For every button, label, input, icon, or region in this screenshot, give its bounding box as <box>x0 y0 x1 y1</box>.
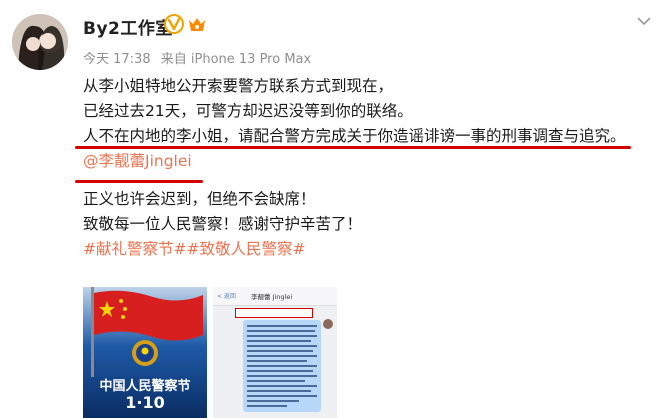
post-meta: 今天 17:38 来自 iPhone 13 Pro Max <box>83 48 317 67</box>
account-name[interactable]: By2工作室 <box>83 14 173 39</box>
post-line: 已经过去21天，可警方却迟迟没等到你的联络。 <box>83 102 413 120</box>
weibo-post: By2工作室 今天 17:38 来自 iPhone 13 Pro Max 从李小… <box>0 0 669 418</box>
chat-message-bubble <box>243 320 321 412</box>
post-time: 今天 17:38 <box>83 52 151 67</box>
post-line: 正义也许会迟到，但绝不会缺席！ <box>83 190 316 208</box>
post-line: 从李小姐特地公开索要警方联系方式到现在， <box>83 77 394 95</box>
verified-icon <box>164 14 184 34</box>
mention-link[interactable]: @李靓蕾Jinglei <box>83 149 653 174</box>
avatar[interactable] <box>12 14 68 70</box>
poster-date: 1·10 <box>125 393 165 412</box>
highlight-underline <box>75 146 631 149</box>
chat-screenshot-image[interactable]: < 返回 李靓蕾 Jinglei <box>213 287 337 418</box>
post-body: 从李小姐特地公开索要警方联系方式到现在， 已经过去21天，可警方却迟迟没等到你的… <box>83 74 653 262</box>
member-icon <box>187 16 207 34</box>
post-line: 致敬每一位人民警察！感谢守护辛苦了！ <box>83 215 363 233</box>
topic-links[interactable]: #献礼警察节##致敬人民警察# <box>83 237 653 262</box>
avatar-photo <box>12 14 68 70</box>
chevron-down-icon[interactable] <box>633 10 655 32</box>
police-day-poster-image[interactable]: 中国人民警察节 1·10 <box>83 287 207 418</box>
poster-title: 中国人民警察节 <box>99 379 191 394</box>
mention-underline <box>75 180 203 183</box>
post-source[interactable]: 来自 iPhone 13 Pro Max <box>161 52 311 67</box>
